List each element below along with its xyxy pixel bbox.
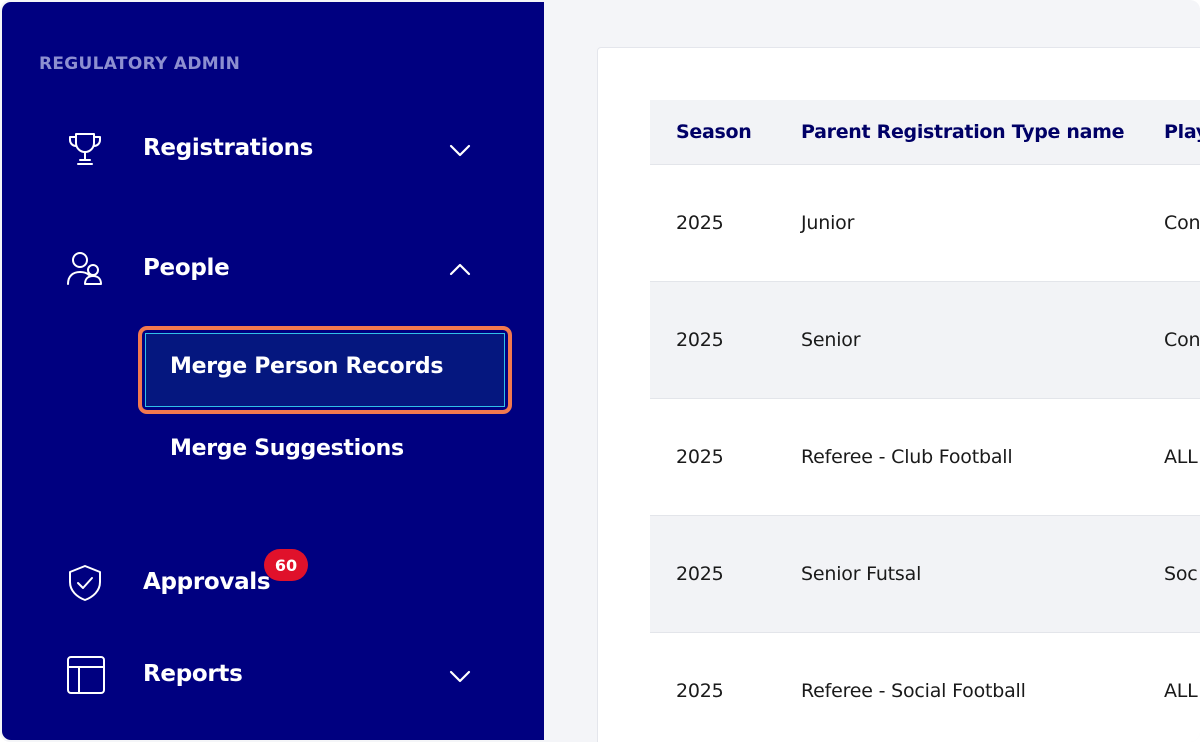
- cell-play: Con: [1138, 280, 1200, 398]
- cell-play: Con: [1138, 163, 1200, 281]
- chevron-down-icon[interactable]: [445, 135, 475, 165]
- chevron-up-icon[interactable]: [445, 255, 475, 285]
- cell-season: 2025: [650, 514, 775, 632]
- sidebar-subitem-label: Merge Suggestions: [170, 436, 404, 461]
- cell-parent-type: Senior: [775, 280, 1138, 398]
- sidebar-item-reports[interactable]: Reports: [2, 642, 544, 706]
- sidebar-subitem-label: Merge Person Records: [170, 354, 444, 379]
- people-icon: [64, 248, 106, 290]
- cell-parent-type: Junior: [775, 163, 1138, 281]
- cell-season: 2025: [650, 631, 775, 742]
- table-card: Season Parent Registration Type name Pla…: [597, 47, 1200, 742]
- table-row[interactable]: 2025 Senior Futsal Soc: [650, 514, 1200, 632]
- cell-season: 2025: [650, 397, 775, 515]
- sidebar-item-label: People: [143, 255, 230, 281]
- cell-season: 2025: [650, 280, 775, 398]
- sidebar-item-people[interactable]: People: [2, 236, 544, 300]
- registration-types-table: Season Parent Registration Type name Pla…: [650, 100, 1200, 742]
- approvals-count-badge: 60: [264, 549, 308, 581]
- cell-parent-type: Referee - Club Football: [775, 397, 1138, 515]
- sidebar-subitem-merge-person-records[interactable]: Merge Person Records: [138, 326, 512, 414]
- sidebar-item-registrations[interactable]: Registrations: [2, 116, 544, 180]
- sidebar-subitem-merge-suggestions[interactable]: Merge Suggestions: [138, 408, 512, 496]
- sidebar-item-label: Approvals: [143, 569, 271, 595]
- shield-check-icon: [64, 562, 106, 604]
- sidebar: REGULATORY ADMIN Registrations People Me…: [2, 2, 544, 740]
- sidebar-item-label: Registrations: [143, 135, 314, 161]
- table-layout-icon: [64, 654, 106, 696]
- column-header-parent-registration-type[interactable]: Parent Registration Type name: [775, 100, 1138, 164]
- trophy-icon: [64, 128, 106, 170]
- cell-play: ALL: [1138, 397, 1200, 515]
- table-row[interactable]: 2025 Referee - Club Football ALL: [650, 397, 1200, 515]
- table-row[interactable]: 2025 Senior Con: [650, 280, 1200, 398]
- cell-parent-type: Senior Futsal: [775, 514, 1138, 632]
- main-content: Season Parent Registration Type name Pla…: [544, 2, 1200, 742]
- section-label: REGULATORY ADMIN: [39, 54, 241, 74]
- chevron-down-icon[interactable]: [445, 661, 475, 691]
- sidebar-item-label: Reports: [143, 661, 243, 687]
- cell-season: 2025: [650, 163, 775, 281]
- cell-play: ALL: [1138, 631, 1200, 742]
- table-row[interactable]: 2025 Referee - Social Football ALL: [650, 631, 1200, 742]
- cell-parent-type: Referee - Social Football: [775, 631, 1138, 742]
- cell-play: Soc: [1138, 514, 1200, 632]
- app-window: REGULATORY ADMIN Registrations People Me…: [0, 0, 1200, 742]
- column-header-play[interactable]: Play: [1138, 100, 1200, 164]
- column-header-season[interactable]: Season: [650, 100, 775, 164]
- table-header-row: Season Parent Registration Type name Pla…: [650, 100, 1200, 164]
- table-row[interactable]: 2025 Junior Con: [650, 163, 1200, 281]
